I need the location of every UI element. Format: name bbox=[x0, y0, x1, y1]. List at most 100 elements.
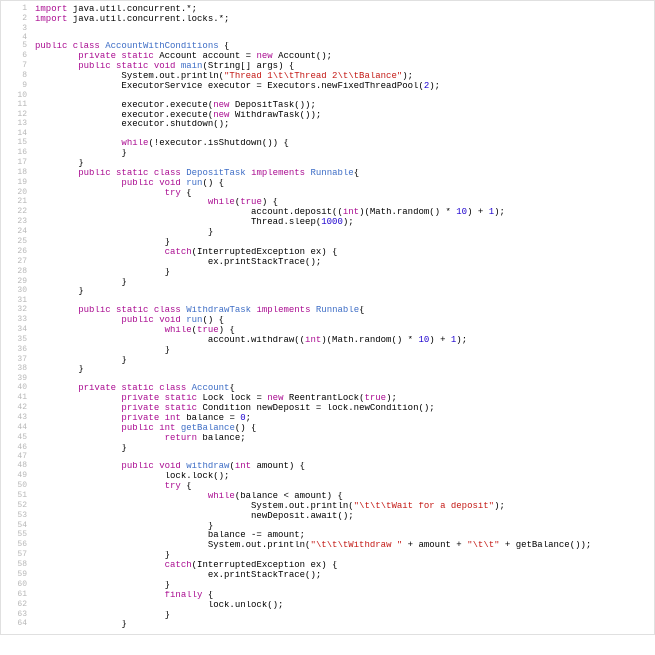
code-line: 36 } bbox=[1, 346, 654, 356]
code-content: ex.printStackTrace(); bbox=[35, 258, 654, 268]
code-line: 56 System.out.println("\t\t\tWithdraw " … bbox=[1, 541, 654, 551]
line-number: 12 bbox=[1, 111, 35, 120]
token-plain bbox=[35, 561, 165, 570]
token-plain: } bbox=[35, 522, 213, 531]
line-number: 24 bbox=[1, 228, 35, 237]
line-number: 16 bbox=[1, 149, 35, 158]
token-str: "\t\t" bbox=[467, 541, 499, 550]
token-plain: Condition newDeposit = lock.newCondition… bbox=[197, 404, 435, 413]
token-kw: public int bbox=[121, 424, 175, 433]
code-content: lock.lock(); bbox=[35, 472, 654, 482]
code-line: 51 while(balance < amount) { bbox=[1, 492, 654, 502]
token-plain: { bbox=[202, 591, 213, 600]
code-line: 9 ExecutorService executor = Executors.n… bbox=[1, 82, 654, 92]
token-plain bbox=[35, 384, 78, 393]
code-line: 43 private int balance = 0; bbox=[1, 414, 654, 424]
token-kw: int bbox=[235, 462, 251, 471]
code-content: private static Lock lock = new Reentrant… bbox=[35, 394, 654, 404]
token-plain: )(Math.random() * bbox=[321, 336, 418, 345]
code-line: 52 System.out.println("\t\t\tWait for a … bbox=[1, 502, 654, 512]
code-content: public void run() { bbox=[35, 316, 654, 326]
code-content: } bbox=[35, 365, 654, 375]
code-line: 27 ex.printStackTrace(); bbox=[1, 258, 654, 268]
code-line: 53 newDeposit.await(); bbox=[1, 512, 654, 522]
token-plain: ); bbox=[494, 208, 505, 217]
token-plain bbox=[35, 179, 121, 188]
token-plain: (String[] args) { bbox=[202, 62, 294, 71]
code-content: while(balance < amount) { bbox=[35, 492, 654, 502]
code-line: 32 public static class WithdrawTask impl… bbox=[1, 306, 654, 316]
code-line: 64 } bbox=[1, 620, 654, 630]
line-number: 9 bbox=[1, 82, 35, 91]
code-line: 11 executor.execute(new DepositTask()); bbox=[1, 101, 654, 111]
code-line: 30 } bbox=[1, 287, 654, 297]
token-kw: new bbox=[213, 111, 229, 120]
token-plain: Account(); bbox=[273, 52, 332, 61]
token-plain: () { bbox=[202, 316, 224, 325]
code-content: public class AccountWithConditions { bbox=[35, 42, 654, 52]
token-plain: ); bbox=[402, 72, 413, 81]
line-number: 44 bbox=[1, 424, 35, 433]
token-plain: lock.lock(); bbox=[35, 472, 229, 481]
token-plain: WithdrawTask()); bbox=[229, 111, 321, 120]
token-plain: + getBalance()); bbox=[500, 541, 592, 550]
token-kw: public void bbox=[121, 462, 180, 471]
token-plain bbox=[35, 434, 165, 443]
code-content: } bbox=[35, 159, 654, 169]
line-number: 35 bbox=[1, 336, 35, 345]
token-plain: ); bbox=[343, 218, 354, 227]
token-plain: } bbox=[35, 149, 127, 158]
token-str: "Thread 1\t\tThread 2\t\tBalance" bbox=[224, 72, 402, 81]
token-plain: + amount + bbox=[402, 541, 467, 550]
token-kw: try bbox=[165, 189, 181, 198]
token-str: "\t\t\tWait for a deposit" bbox=[354, 502, 494, 511]
token-plain: } bbox=[35, 287, 84, 296]
line-number: 27 bbox=[1, 258, 35, 267]
line-number: 33 bbox=[1, 316, 35, 325]
token-plain: (!executor.isShutdown()) { bbox=[148, 139, 288, 148]
token-kw: return bbox=[165, 434, 197, 443]
code-content: executor.execute(new WithdrawTask()); bbox=[35, 111, 654, 121]
line-number: 19 bbox=[1, 179, 35, 188]
code-line: 47 bbox=[1, 453, 654, 462]
token-plain: balance = bbox=[181, 414, 240, 423]
token-cls: main bbox=[181, 62, 203, 71]
line-number: 60 bbox=[1, 581, 35, 590]
line-number: 57 bbox=[1, 551, 35, 560]
code-line: 44 public int getBalance() { bbox=[1, 424, 654, 434]
token-plain: account.deposit(( bbox=[35, 208, 343, 217]
code-content: private int balance = 0; bbox=[35, 414, 654, 424]
token-kw: catch bbox=[165, 248, 192, 257]
code-content: public static class WithdrawTask impleme… bbox=[35, 306, 654, 316]
code-content: account.withdraw((int)(Math.random() * 1… bbox=[35, 336, 654, 346]
token-plain bbox=[35, 198, 208, 207]
token-num: 1000 bbox=[321, 218, 343, 227]
code-content: } bbox=[35, 228, 654, 238]
token-plain: Account account = bbox=[154, 52, 257, 61]
token-bool: true bbox=[197, 326, 219, 335]
code-line: 10 bbox=[1, 92, 654, 101]
code-content: newDeposit.await(); bbox=[35, 512, 654, 522]
line-number: 54 bbox=[1, 522, 35, 531]
code-line: 61 finally { bbox=[1, 591, 654, 601]
token-kw: public static class bbox=[78, 169, 181, 178]
token-plain: System.out.println( bbox=[35, 72, 224, 81]
code-content: while(!executor.isShutdown()) { bbox=[35, 139, 654, 149]
line-number: 56 bbox=[1, 541, 35, 550]
token-plain: Thread.sleep( bbox=[35, 218, 321, 227]
code-content: executor.execute(new DepositTask()); bbox=[35, 101, 654, 111]
token-plain: ) + bbox=[467, 208, 489, 217]
line-number: 38 bbox=[1, 365, 35, 374]
token-plain: ); bbox=[429, 82, 440, 91]
token-plain: java.util.concurrent.*; bbox=[67, 5, 197, 14]
code-line: 23 Thread.sleep(1000); bbox=[1, 218, 654, 228]
line-number: 13 bbox=[1, 120, 35, 129]
token-plain: () { bbox=[235, 424, 257, 433]
token-cls: Runnable bbox=[311, 169, 354, 178]
code-line: 46 } bbox=[1, 444, 654, 454]
code-line: 40 private static class Account{ bbox=[1, 384, 654, 394]
token-cls: DepositTask bbox=[186, 169, 245, 178]
code-line: 42 private static Condition newDeposit =… bbox=[1, 404, 654, 414]
token-plain: ) { bbox=[219, 326, 235, 335]
token-cls: run bbox=[186, 179, 202, 188]
